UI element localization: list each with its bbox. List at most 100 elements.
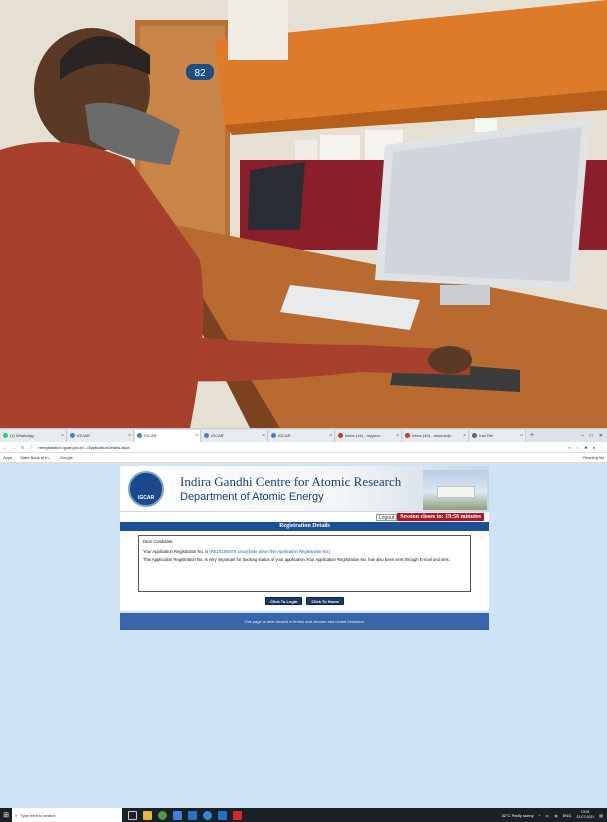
- address-bar: ← → ↻ ⓘ reregistration.igcar.gov.in/.../…: [0, 442, 607, 453]
- tab-favicon-icon: [472, 433, 477, 438]
- tab-label: IGCAR: [278, 433, 291, 438]
- taskbar-apps: [128, 810, 242, 820]
- login-button[interactable]: Click To Login: [265, 597, 303, 605]
- app-reg-line: Your Application Registration No. is (RE…: [143, 549, 466, 555]
- tab-label: IGCAR: [144, 433, 157, 438]
- app-reg-note: This Application Registration No. is ver…: [143, 557, 450, 562]
- extensions-icon[interactable]: ✱: [584, 445, 587, 450]
- greeting: Dear Candidate,: [143, 539, 174, 544]
- logo-text: IGCAR: [137, 495, 155, 501]
- page-footer: This page is best viewed in firefox and …: [120, 613, 489, 630]
- bookmark-google[interactable]: Google: [60, 455, 73, 460]
- edge-icon[interactable]: [203, 810, 212, 820]
- tab-favicon-icon: [204, 433, 209, 438]
- tab-close-icon[interactable]: ×: [128, 433, 131, 439]
- ie-icon[interactable]: [218, 810, 227, 820]
- start-button[interactable]: ⊞: [0, 808, 12, 822]
- maximize-icon[interactable]: □: [590, 433, 593, 439]
- tab-close-icon[interactable]: ×: [396, 433, 399, 439]
- session-timer: Session closes in: 19:56 minutes: [397, 513, 484, 521]
- file-explorer-icon[interactable]: [143, 810, 152, 820]
- tab-label: (1) WhatsApp: [10, 433, 35, 438]
- door-number: 82: [194, 68, 206, 79]
- back-icon[interactable]: ←: [3, 445, 7, 450]
- tab-label: Iran Rei: [479, 433, 494, 438]
- tab-close-icon[interactable]: ×: [329, 433, 332, 439]
- dept-name: Department of Atomic Energy: [180, 491, 324, 503]
- browser-tab[interactable]: Inbox (40) - resume@... ×: [403, 429, 469, 442]
- profile-icon[interactable]: ●: [593, 445, 595, 450]
- url-field[interactable]: reregistration.igcar.gov.in/.../Applicat…: [38, 445, 563, 450]
- browser-tab[interactable]: Iran Rei ×: [470, 429, 526, 442]
- page-body: IGCAR Indira Gandhi Centre for Atomic Re…: [0, 463, 607, 808]
- tab-favicon-icon: [3, 433, 8, 438]
- bookmark-sbi[interactable]: State Bank of In...: [20, 455, 52, 460]
- tab-close-icon[interactable]: ×: [463, 433, 466, 439]
- close-window-icon[interactable]: ✕: [599, 433, 603, 439]
- clock-date: 23-07-2021: [576, 815, 595, 819]
- org-name: Indira Gandhi Centre for Atomic Research: [180, 474, 402, 489]
- tab-favicon-icon: [271, 433, 276, 438]
- bookmark-star-icon[interactable]: ☆: [576, 445, 580, 450]
- language-indicator[interactable]: ENG: [563, 813, 572, 818]
- taskbar-search-placeholder: Type here to search: [20, 812, 56, 818]
- clock[interactable]: 13:01 23-07-2021: [576, 810, 594, 820]
- browser-tab[interactable]: IGCAR ×: [269, 429, 335, 442]
- home-button[interactable]: Click To Home: [306, 597, 344, 605]
- new-tab-button[interactable]: +: [530, 432, 534, 439]
- weather-widget[interactable]: 32°C Partly sunny: [502, 813, 534, 818]
- store-icon[interactable]: [173, 810, 182, 820]
- window-controls: – □ ✕: [581, 433, 607, 439]
- lock-icon[interactable]: ⓘ: [29, 444, 33, 450]
- mail-icon[interactable]: [188, 810, 197, 820]
- tab-label: IGCAR: [211, 433, 224, 438]
- reload-icon[interactable]: ↻: [21, 445, 24, 450]
- tab-favicon-icon: [405, 433, 410, 438]
- task-view-icon[interactable]: [128, 810, 137, 820]
- tab-favicon-icon: [137, 433, 142, 438]
- notifications-icon[interactable]: ▤: [599, 813, 603, 818]
- app-reg-number: (RE2018/0078 xxxx)(Note down this Applic…: [209, 549, 331, 554]
- browser-tab-active[interactable]: IGCAR ×: [135, 429, 201, 442]
- tab-close-icon[interactable]: ×: [61, 433, 64, 439]
- forward-icon[interactable]: →: [12, 445, 16, 450]
- bookmarks-bar: Apps State Bank of In... Google Reading …: [0, 453, 607, 463]
- browser-tab[interactable]: IGCAR ×: [68, 429, 134, 442]
- bookmark-apps[interactable]: Apps: [3, 455, 12, 460]
- reading-list-button[interactable]: Reading list: [583, 455, 604, 460]
- header-banner: IGCAR Indira Gandhi Centre for Atomic Re…: [120, 466, 489, 512]
- office-photo: 82: [0, 0, 607, 428]
- tab-favicon-icon: [70, 433, 75, 438]
- logout-button[interactable]: Logout: [376, 513, 398, 521]
- search-icon: ⌕: [15, 812, 18, 818]
- zoom-icon[interactable]: ⌕: [568, 445, 570, 450]
- chrome-icon[interactable]: [158, 810, 167, 820]
- minimize-icon[interactable]: –: [581, 433, 584, 439]
- app-reg-prefix: Your Application Registration No. is: [143, 549, 210, 554]
- tab-label: Inbox (16) - mypmo...: [345, 433, 384, 438]
- browser-tab[interactable]: IGCAR ×: [202, 429, 268, 442]
- photo-man-at-computer: 82: [0, 0, 607, 428]
- tab-close-icon[interactable]: ×: [195, 433, 198, 439]
- acrobat-icon[interactable]: [233, 810, 242, 820]
- section-title: Registration Details: [120, 522, 489, 531]
- tab-favicon-icon: [338, 433, 343, 438]
- windows-taskbar: ⊞ ⌕ Type here to search 32°C Partly sunn…: [0, 808, 607, 822]
- tab-close-icon[interactable]: ×: [262, 433, 265, 439]
- tab-close-icon[interactable]: ×: [520, 433, 523, 439]
- system-tray: 32°C Partly sunny ^ ▭ ◂) ENG 13:01 23-07…: [502, 810, 607, 820]
- registration-message-box: Dear Candidate, Your Application Registr…: [138, 535, 471, 592]
- action-buttons: Click To Login Click To Home: [120, 597, 489, 605]
- content-card: IGCAR Indira Gandhi Centre for Atomic Re…: [120, 466, 489, 611]
- session-bar: Logout Session closes in: 19:56 minutes: [376, 513, 484, 521]
- taskbar-search[interactable]: ⌕ Type here to search: [12, 808, 122, 822]
- browser-tab[interactable]: Inbox (16) - mypmo... ×: [336, 429, 402, 442]
- network-icon[interactable]: ▭: [546, 813, 550, 818]
- tab-label: Inbox (40) - resume@...: [412, 433, 455, 438]
- igcar-logo: IGCAR: [128, 471, 164, 507]
- browser-tab[interactable]: (1) WhatsApp ×: [1, 429, 67, 442]
- menu-icon[interactable]: ⋮: [600, 445, 604, 450]
- volume-icon[interactable]: ◂): [554, 813, 557, 818]
- tray-up-icon[interactable]: ^: [539, 813, 541, 818]
- tab-label: IGCAR: [77, 433, 90, 438]
